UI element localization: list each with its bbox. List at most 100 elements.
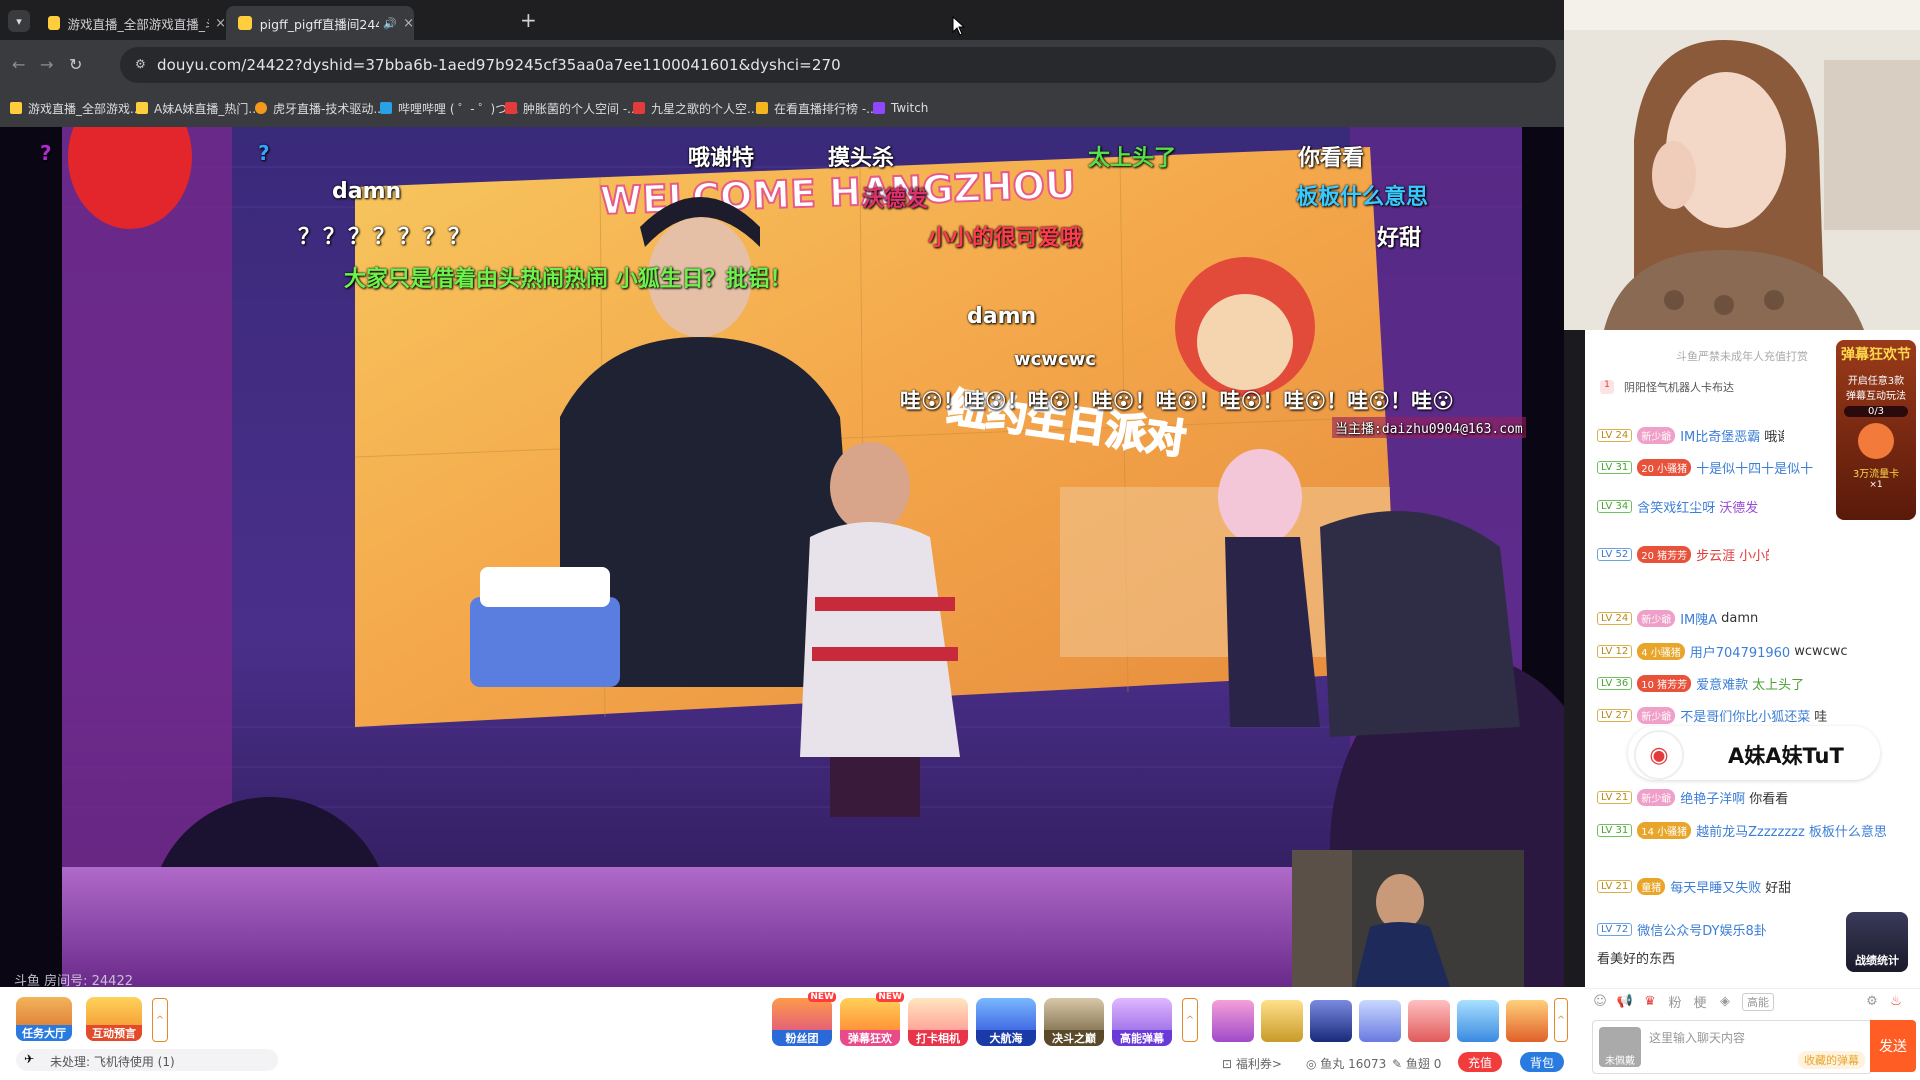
gift-voyage[interactable]: 大航海: [976, 998, 1036, 1046]
chat-message: LV 24 新少爺 IM隗A damn: [1597, 609, 1758, 628]
pending-bar[interactable]: ✈ 未处理: 飞机待使用 (1): [16, 1049, 278, 1071]
settings-icon[interactable]: ⚙: [1864, 993, 1880, 1009]
gift-danmaku-carnival[interactable]: 弹幕狂欢 NEW: [840, 992, 904, 1046]
fan-badge-icon[interactable]: ♛: [1642, 993, 1658, 1009]
highlight-danmaku-toggle[interactable]: 高能: [1742, 993, 1774, 1011]
gift-checkin-camera[interactable]: 打卡相机: [908, 998, 968, 1046]
bookmark-favicon-icon: [756, 102, 768, 114]
bookmark-item[interactable]: 肿胀菌的个人空间 -...: [505, 97, 639, 119]
danmaku-marker: ?: [40, 141, 52, 165]
bilibili-favicon-icon: [380, 102, 392, 114]
expand-up-icon[interactable]: ^: [1554, 998, 1568, 1042]
huya-favicon-icon: [255, 102, 267, 114]
danmaku-comment: 摸头杀: [828, 146, 895, 171]
danmaku-comment: 大家只是借着由头热闹热闹 小狐生日？批铝！: [344, 267, 792, 292]
live-video-player[interactable]: WELCOME HANGZHOU 纽约生日派对 ? ? 哦谢特 摸头杀 太上头了…: [0, 127, 1564, 987]
send-button[interactable]: 发送: [1870, 1020, 1916, 1072]
task-hall-button[interactable]: 任务大厅: [16, 997, 72, 1041]
rocket-icon: ✈: [24, 1052, 35, 1066]
douyu-favicon-icon: [136, 102, 148, 114]
weibo-follow-card[interactable]: ◉ A妹A妹TuT: [1628, 726, 1880, 780]
chat-message: LV 24新少爺IM比奇堡恶霸哦谢特: [1597, 426, 1784, 445]
yuchi-icon: ✎: [1392, 1057, 1406, 1071]
expand-up-icon[interactable]: ^: [1182, 998, 1198, 1042]
megaphone-icon[interactable]: 📢: [1617, 993, 1633, 1009]
chat-notice: 斗鱼严禁未成年人充值打赏: [1676, 350, 1808, 363]
mouse-cursor-icon: [952, 16, 966, 36]
douyu-favicon-icon: [48, 16, 60, 30]
carnival-event-widget[interactable]: 弹幕狂欢节 开启任意3款 弹幕互动玩法 0/3 3万流量卡 ×1: [1836, 340, 1916, 520]
interactive-prediction-button[interactable]: 互动预言: [86, 997, 142, 1041]
shield-icon[interactable]: ◈: [1717, 993, 1733, 1009]
bookmark-item[interactable]: A妹A妹直播_热门...: [136, 97, 260, 119]
danmaku-comment: 好甜: [1377, 226, 1422, 251]
gift-highlight-danmaku[interactable]: 高能弹幕: [1112, 998, 1172, 1046]
chat-message: LV 21 童猪 每天早睡又失败 好甜: [1597, 877, 1791, 896]
twitch-favicon-icon: [873, 102, 885, 114]
gift-item[interactable]: [1310, 1000, 1352, 1042]
gift-fan-club[interactable]: 粉丝团 NEW: [772, 992, 836, 1046]
streamer-camera-frame: [1564, 0, 1920, 330]
site-info-icon[interactable]: ⚙: [135, 57, 149, 71]
fan-icon[interactable]: 粉: [1667, 993, 1683, 1011]
battle-stats-button[interactable]: 战绩统计: [1846, 912, 1908, 972]
bookmark-item[interactable]: 虎牙直播-技术驱动...: [255, 97, 385, 119]
meme-icon[interactable]: 梗: [1692, 993, 1708, 1011]
gift-item[interactable]: [1212, 1000, 1254, 1042]
tab-audio-icon[interactable]: 🔊: [383, 17, 397, 30]
bookmark-item[interactable]: 游戏直播_全部游戏...: [10, 97, 141, 119]
bookmark-item[interactable]: 哔哩哔哩 ( ゜- ゜)つ...: [380, 97, 519, 119]
video-frame: WELCOME HANGZHOU 纽约生日派对: [0, 127, 1564, 987]
backpack-button[interactable]: 背包: [1520, 1052, 1564, 1072]
chat-message: LV 31 14 小骚猪 越前龙马Zzzzzzzz 板板什么意思: [1597, 821, 1893, 840]
danmaku-comment: 哇😮！哇😮！哇😮！哇😮！哇😮！哇😮！哇😮！哇😮！哇😮: [900, 389, 1455, 413]
tab-pigff-room[interactable]: pigff_pigff直播间24422_专 🔊 ×: [226, 6, 414, 40]
bookmark-item[interactable]: Twitch: [873, 97, 928, 119]
emoji-icon[interactable]: ☺: [1592, 993, 1608, 1009]
pending-text: 未处理: 飞机待使用 (1): [50, 1055, 175, 1069]
gift-item[interactable]: [1506, 1000, 1548, 1042]
chat-message: LV 31 20 小骚猪 十是似十四十是似十: [1597, 458, 1817, 477]
danmaku-comment: 哦谢特: [688, 146, 755, 171]
chat-input-box[interactable]: 未佩戴 这里输入聊天内容 收藏的弹幕: [1592, 1020, 1872, 1074]
danmaku-comment: 小小的很可爱哦: [928, 226, 1083, 251]
chat-message: LV 21 新少爺 绝艳子洋啊 你看看: [1597, 788, 1788, 807]
gift-item[interactable]: [1261, 1000, 1303, 1042]
welfare-link[interactable]: ⊡ 福利券>: [1222, 1055, 1282, 1072]
yuwan-icon: ◎: [1306, 1057, 1321, 1071]
danmaku-comment: ？？？？？？？: [298, 225, 474, 250]
chat-input-placeholder[interactable]: 这里输入聊天内容: [1649, 1029, 1745, 1046]
fan-badge-slot[interactable]: 未佩戴: [1599, 1027, 1641, 1067]
yuchi-balance: ✎ 鱼翅 0: [1392, 1057, 1442, 1071]
tab-douyu-games[interactable]: 游戏直播_全部游戏直播_斗鱼直 ×: [36, 6, 226, 40]
new-tab-button[interactable]: +: [520, 8, 537, 32]
tab-close-icon[interactable]: ×: [215, 16, 226, 31]
chat-message: LV 36 10 猪芳芳 爱意难款 太上头了: [1597, 674, 1804, 693]
gift-duel-peak[interactable]: 决斗之巅: [1044, 998, 1104, 1046]
bookmark-item[interactable]: 在看直播排行榜 -...: [756, 97, 878, 119]
chat-message: LV 27 新少爺 不是哥们你比小狐还菜哇: [1597, 706, 1827, 725]
fire-icon: [1858, 423, 1894, 459]
tab-search-chevron-icon[interactable]: ▾: [8, 10, 30, 32]
bookmark-item[interactable]: 九星之歌的个人空...: [633, 97, 758, 119]
saved-danmaku-button[interactable]: 收藏的弹幕: [1798, 1051, 1865, 1069]
forward-icon[interactable]: →: [40, 55, 53, 74]
danmaku-comment: 沃德发: [862, 187, 929, 212]
tab-title: pigff_pigff直播间24422_专: [259, 16, 380, 32]
danmaku-comment: damn: [332, 179, 402, 204]
expand-up-icon[interactable]: ^: [152, 998, 168, 1042]
back-icon[interactable]: ←: [12, 55, 25, 74]
avatar-favicon-icon: [505, 102, 517, 114]
reload-icon[interactable]: ↻: [69, 55, 82, 74]
gift-item[interactable]: [1408, 1000, 1450, 1042]
url-text[interactable]: douyu.com/24422?dyshid=37bba6b-1aed97b92…: [157, 56, 841, 74]
tab-close-icon[interactable]: ×: [403, 16, 414, 31]
douyu-favicon-icon: [238, 16, 252, 30]
rank-tip: 1 阴阳怪气机器人卡布达: [1600, 378, 1840, 396]
gift-item[interactable]: [1359, 1000, 1401, 1042]
chat-message: LV 34 含笑戏红尘呀 沃德发: [1597, 497, 1758, 516]
recharge-button[interactable]: 充值: [1458, 1052, 1502, 1072]
fire-icon[interactable]: ♨: [1888, 993, 1904, 1009]
gift-item[interactable]: [1457, 1000, 1499, 1042]
danmaku-marker: ?: [258, 141, 270, 165]
